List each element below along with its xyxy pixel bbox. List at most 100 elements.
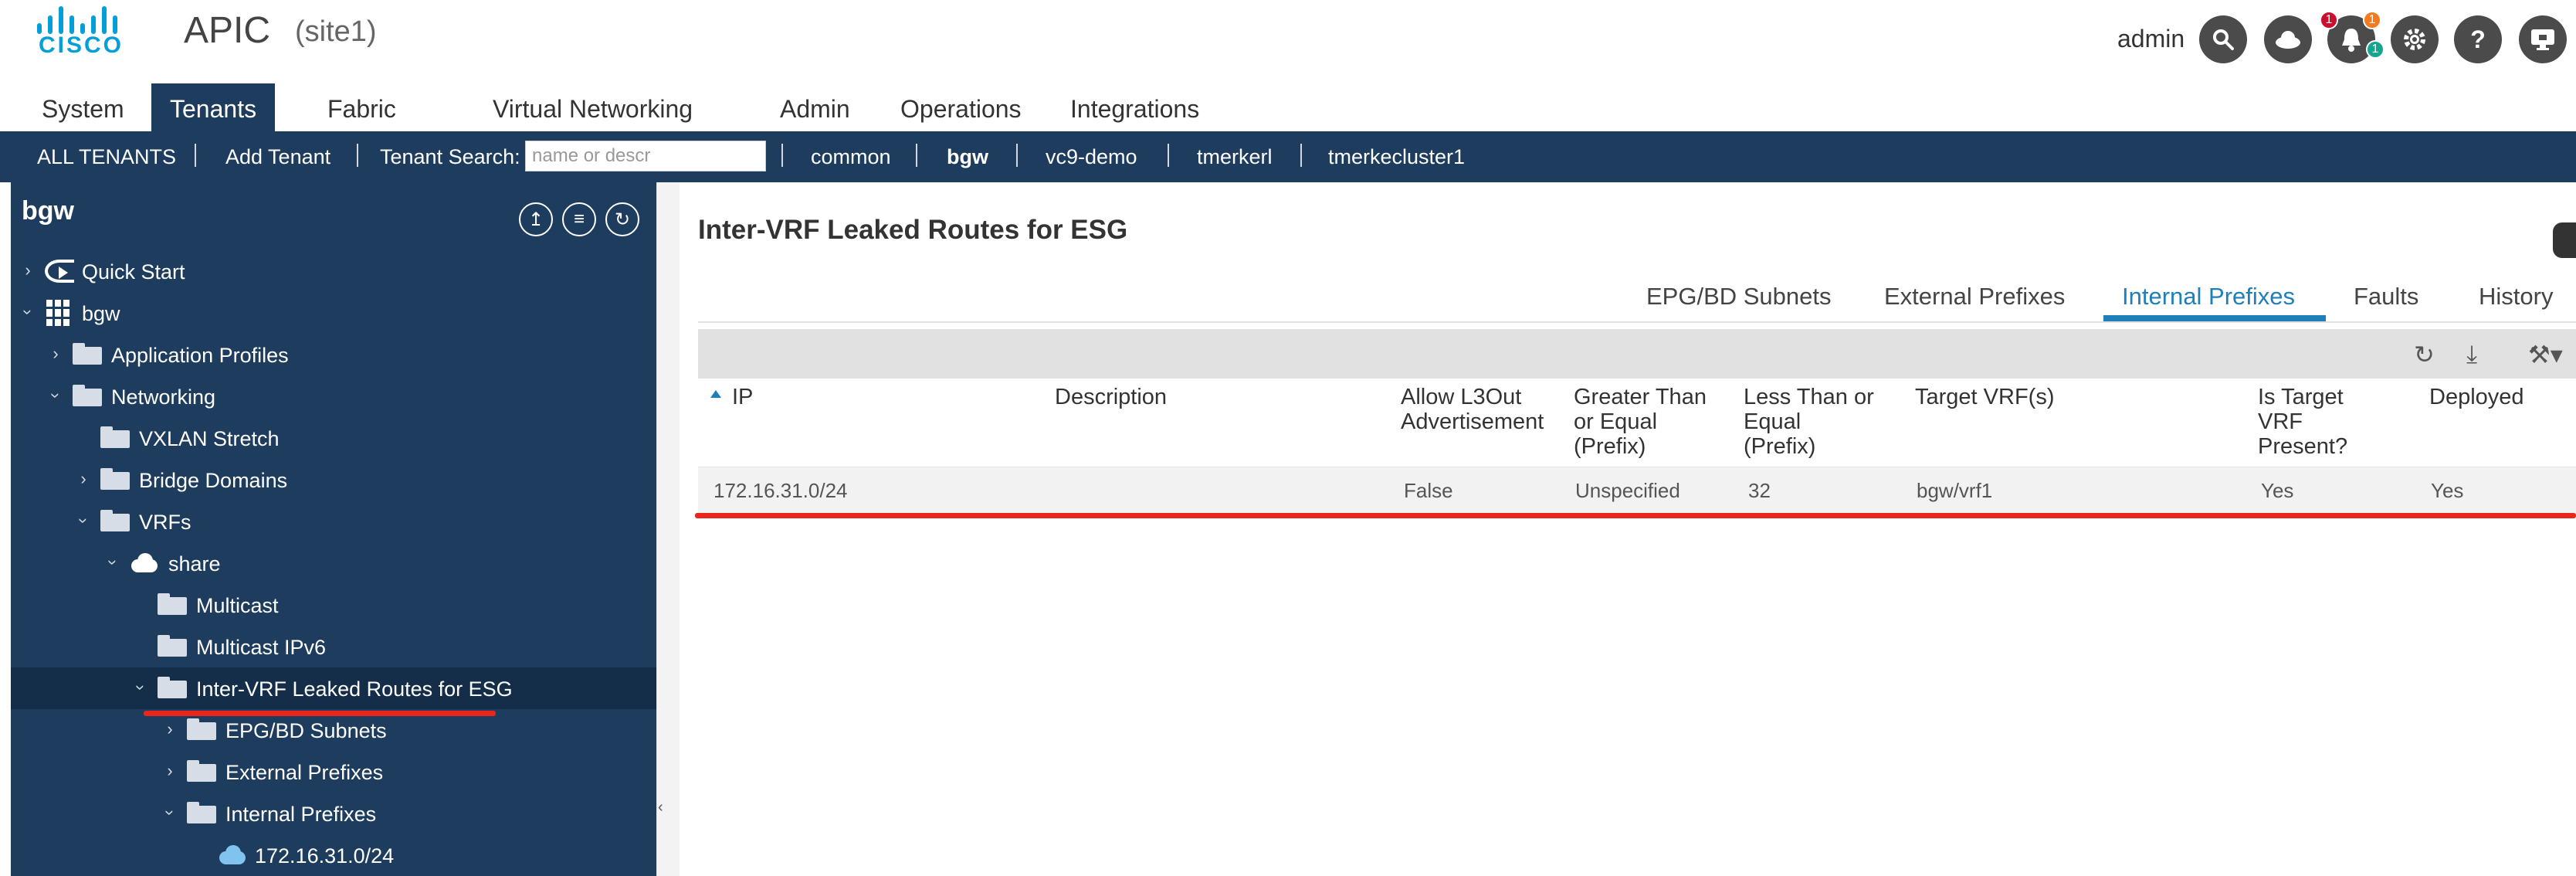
column-header-less-equal[interactable]: Less Than or Equal (Prefix) xyxy=(1744,385,1874,459)
tenant-link-tmerkecluster1[interactable]: tmerkecluster1 xyxy=(1328,145,1465,169)
tree-item-multicast-ipv6[interactable]: Multicast IPv6 xyxy=(11,626,656,667)
tree-item-external-prefixes[interactable]: › External Prefixes xyxy=(11,751,656,793)
cell-less-equal: 32 xyxy=(1748,479,1771,502)
tenant-link-vc9-demo[interactable]: vc9-demo xyxy=(1046,145,1137,169)
subtab-external-prefixes[interactable]: External Prefixes xyxy=(1884,283,2065,311)
tenant-link-common[interactable]: common xyxy=(811,145,891,169)
tree-item-networking[interactable]: › Networking xyxy=(11,375,656,417)
cisco-logo[interactable]: CISCO xyxy=(36,6,121,58)
chevron-down-icon[interactable]: › xyxy=(46,388,66,403)
tree-item-label: Bridge Domains xyxy=(139,469,288,492)
panel-splitter[interactable] xyxy=(656,182,680,876)
tree-refresh-icon[interactable]: ↻ xyxy=(605,202,639,236)
tree-item-application-profiles[interactable]: › Application Profiles xyxy=(11,334,656,375)
folder-icon xyxy=(100,510,130,531)
tree-item-internal-prefixes[interactable]: › Internal Prefixes xyxy=(11,793,656,834)
tree-item-label: share xyxy=(168,552,221,576)
download-icon[interactable]: ⤓ xyxy=(2466,340,2477,369)
column-header-target-vrfs[interactable]: Target VRF(s) xyxy=(1915,385,2054,409)
minor-fault-badge: 1 xyxy=(2366,40,2384,59)
collapse-arrow-icon[interactable]: ‹ xyxy=(658,799,663,817)
table-toolbar: ↻ ⤓ ⚒▾ xyxy=(698,329,2576,379)
subtab-internal-prefixes[interactable]: Internal Prefixes xyxy=(2122,283,2295,311)
tree-item-quick-start[interactable]: › Quick Start xyxy=(11,250,656,292)
folder-icon xyxy=(158,593,187,615)
column-header-deployed[interactable]: Deployed xyxy=(2429,385,2524,409)
chevron-down-icon[interactable]: › xyxy=(73,513,93,528)
tree-item-inter-vrf-leaked-routes[interactable]: › Inter-VRF Leaked Routes for ESG xyxy=(11,667,656,709)
side-panel-toggle-icon[interactable] xyxy=(2553,222,2576,258)
column-header-ip[interactable]: IP xyxy=(732,385,753,409)
chevron-right-icon[interactable]: › xyxy=(162,719,178,739)
tree-item-label: Networking xyxy=(111,385,216,409)
sort-ascending-icon[interactable] xyxy=(710,390,721,398)
folder-icon xyxy=(100,468,130,490)
tree-item-bgw[interactable]: › bgw xyxy=(11,292,656,334)
subtab-divider xyxy=(698,321,2576,323)
cell-allow-l3out: False xyxy=(1404,479,1453,502)
tree-item-label: Quick Start xyxy=(82,260,185,284)
prefix-cloud-icon xyxy=(216,844,247,865)
chevron-right-icon[interactable]: › xyxy=(162,761,178,781)
tree-item-label: Multicast IPv6 xyxy=(196,636,327,659)
tree-item-share[interactable]: › share xyxy=(11,542,656,584)
tab-virtual-networking[interactable]: Virtual Networking xyxy=(474,83,711,131)
tree-item-multicast[interactable]: Multicast xyxy=(11,584,656,626)
monitor-icon[interactable] xyxy=(2519,15,2567,63)
tree-item-bridge-domains[interactable]: › Bridge Domains xyxy=(11,459,656,501)
folder-icon xyxy=(158,677,187,698)
page-title: Inter-VRF Leaked Routes for ESG xyxy=(698,215,1128,245)
subtab-history[interactable]: History xyxy=(2479,283,2553,311)
help-icon[interactable]: ? xyxy=(2454,15,2502,63)
chevron-right-icon[interactable]: › xyxy=(48,344,63,364)
separator xyxy=(195,144,196,167)
tree-item-label: EPG/BD Subnets xyxy=(225,719,387,742)
chevron-down-icon[interactable]: › xyxy=(130,680,151,695)
cloud-icon[interactable] xyxy=(2264,15,2312,63)
tools-menu-icon[interactable]: ⚒▾ xyxy=(2528,340,2563,369)
building-icon xyxy=(46,300,69,326)
navigation-tree-panel: bgw ↥ ≡ ↻ › Quick Start › bgw › Applicat… xyxy=(11,182,656,876)
tab-integrations[interactable]: Integrations xyxy=(1052,83,1218,131)
tab-fabric[interactable]: Fabric xyxy=(309,83,415,131)
column-header-allow-l3out[interactable]: Allow L3Out Advertisement xyxy=(1401,385,1544,434)
tenant-search-input[interactable] xyxy=(525,141,766,171)
tab-tenants[interactable]: Tenants xyxy=(151,83,276,131)
search-icon[interactable] xyxy=(2199,15,2247,63)
tree-item-label: Inter-VRF Leaked Routes for ESG xyxy=(196,677,513,701)
gear-icon[interactable] xyxy=(2391,15,2439,63)
subtab-faults[interactable]: Faults xyxy=(2354,283,2418,311)
column-header-target-vrf-present[interactable]: Is Target VRF Present? xyxy=(2258,385,2347,459)
tree-item-vxlan-stretch[interactable]: VXLAN Stretch xyxy=(11,417,656,459)
tenant-link-tmerkerl[interactable]: tmerkerl xyxy=(1197,145,1273,169)
tree-item-label: VRFs xyxy=(139,511,192,534)
user-menu[interactable]: admin xyxy=(2117,25,2185,53)
quick-start-icon xyxy=(45,260,74,283)
tree-expand-icon[interactable]: ↥ xyxy=(519,202,553,236)
chevron-right-icon[interactable]: › xyxy=(20,260,36,280)
subtab-epg-bd-subnets[interactable]: EPG/BD Subnets xyxy=(1646,283,1832,311)
chevron-down-icon[interactable]: › xyxy=(103,555,123,570)
add-tenant-link[interactable]: Add Tenant xyxy=(225,145,330,169)
chevron-down-icon[interactable]: › xyxy=(18,304,38,320)
column-header-description[interactable]: Description xyxy=(1055,385,1167,409)
tree-item-label: 172.16.31.0/24 xyxy=(255,844,395,868)
chevron-down-icon[interactable]: › xyxy=(160,805,180,820)
folder-icon xyxy=(73,343,102,365)
tree-item-prefix-172-16-31-0[interactable]: 172.16.31.0/24 xyxy=(11,834,656,876)
tab-admin[interactable]: Admin xyxy=(761,83,869,131)
chevron-right-icon[interactable]: › xyxy=(76,469,91,489)
tab-system[interactable]: System xyxy=(23,83,143,131)
tab-operations[interactable]: Operations xyxy=(882,83,1040,131)
tree-item-vrfs[interactable]: › VRFs xyxy=(11,501,656,542)
separator xyxy=(357,144,358,167)
tree-item-label: VXLAN Stretch xyxy=(139,427,280,450)
refresh-icon[interactable]: ↻ xyxy=(2414,340,2435,369)
column-header-greater-equal[interactable]: Greater Than or Equal (Prefix) xyxy=(1574,385,1707,459)
tree-list-icon[interactable]: ≡ xyxy=(562,202,596,236)
site-name: (site1) xyxy=(295,15,377,48)
all-tenants-link[interactable]: ALL TENANTS xyxy=(37,145,176,169)
cisco-logo-word: CISCO xyxy=(39,32,124,58)
tenant-link-bgw[interactable]: bgw xyxy=(947,145,988,169)
folder-icon xyxy=(100,426,130,448)
